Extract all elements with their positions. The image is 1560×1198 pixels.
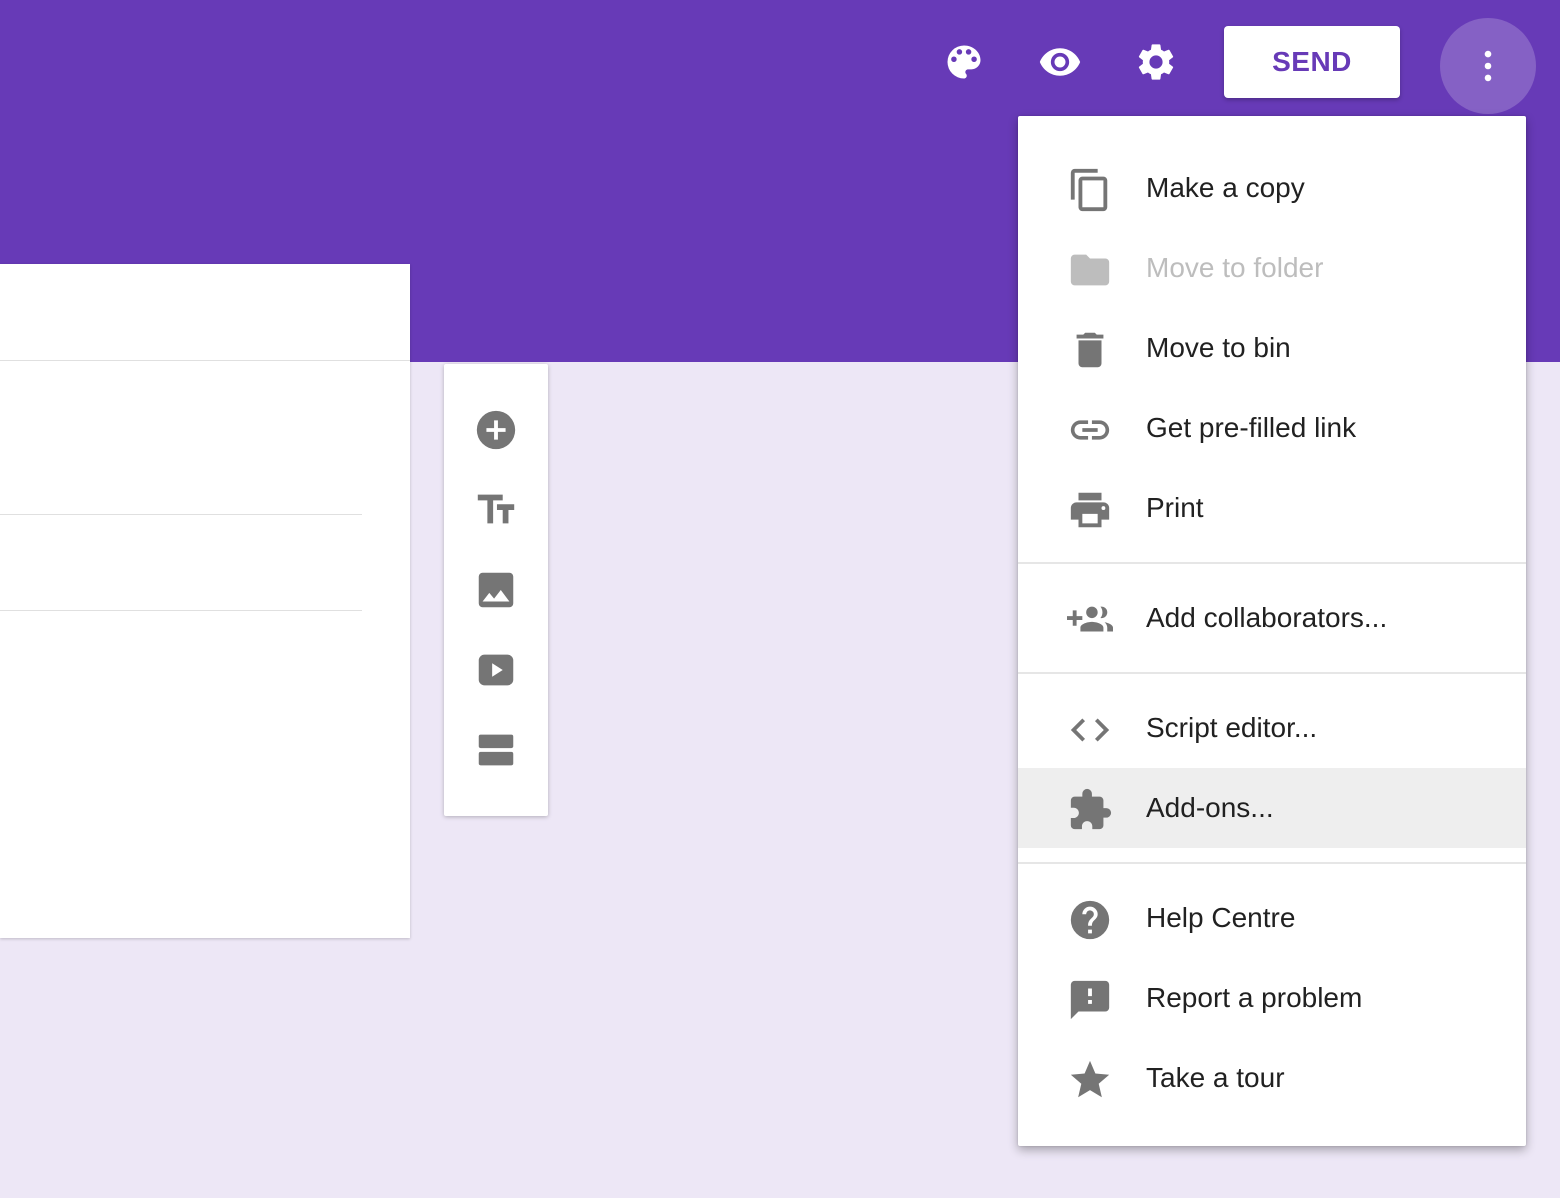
puzzle-icon (1066, 786, 1114, 834)
send-button[interactable]: SEND (1224, 26, 1400, 98)
menu-item-label: Take a tour (1146, 1062, 1285, 1093)
menu-item-add-ons[interactable]: Add-ons... (1018, 768, 1526, 848)
image-icon[interactable] (472, 566, 520, 614)
menu-item-report-problem[interactable]: Report a problem (1018, 958, 1526, 1038)
add-circle-icon[interactable] (472, 406, 520, 454)
more-options-menu: Make a copy Move to folder Move to bin G… (1018, 116, 1526, 1146)
menu-item-label: Make a copy (1146, 172, 1305, 203)
add-people-icon (1066, 596, 1114, 644)
menu-divider (1018, 562, 1526, 564)
menu-item-add-collaborators[interactable]: Add collaborators... (1018, 578, 1526, 658)
copy-icon (1066, 166, 1114, 214)
menu-divider (1018, 862, 1526, 864)
menu-divider (1018, 672, 1526, 674)
side-toolbar (444, 364, 548, 816)
code-icon (1066, 706, 1114, 754)
menu-item-take-tour[interactable]: Take a tour (1018, 1038, 1526, 1118)
gear-icon[interactable] (1132, 38, 1180, 86)
eye-icon[interactable] (1036, 38, 1084, 86)
menu-item-label: Move to bin (1146, 332, 1291, 363)
menu-item-label: Script editor... (1146, 712, 1318, 743)
section-icon[interactable] (472, 726, 520, 774)
menu-item-move-to-bin[interactable]: Move to bin (1018, 308, 1526, 388)
menu-item-move-to-folder[interactable]: Move to folder (1018, 228, 1526, 308)
form-field-underline (0, 514, 362, 515)
video-icon[interactable] (472, 646, 520, 694)
print-icon (1066, 486, 1114, 534)
star-icon (1066, 1056, 1114, 1104)
menu-item-label: Add collaborators... (1146, 602, 1388, 633)
help-icon (1066, 896, 1114, 944)
more-vert-icon[interactable] (1440, 18, 1536, 114)
link-icon (1066, 406, 1114, 454)
form-divider (0, 360, 410, 361)
menu-item-prefilled-link[interactable]: Get pre-filled link (1018, 388, 1526, 468)
menu-item-print[interactable]: Print (1018, 468, 1526, 548)
title-text-icon[interactable] (472, 486, 520, 534)
folder-icon (1066, 246, 1114, 294)
menu-item-label: Add-ons... (1146, 792, 1274, 823)
form-card (0, 264, 410, 938)
menu-item-label: Help Centre (1146, 902, 1296, 933)
menu-item-label: Print (1146, 492, 1204, 523)
palette-icon[interactable] (940, 38, 988, 86)
menu-item-help-centre[interactable]: Help Centre (1018, 878, 1526, 958)
menu-item-script-editor[interactable]: Script editor... (1018, 688, 1526, 768)
menu-item-make-copy[interactable]: Make a copy (1018, 148, 1526, 228)
menu-item-label: Get pre-filled link (1146, 412, 1357, 443)
menu-item-label: Move to folder (1146, 252, 1324, 283)
menu-item-label: Report a problem (1146, 982, 1363, 1013)
form-field-underline (0, 610, 362, 611)
feedback-icon (1066, 976, 1114, 1024)
trash-icon (1066, 326, 1114, 374)
